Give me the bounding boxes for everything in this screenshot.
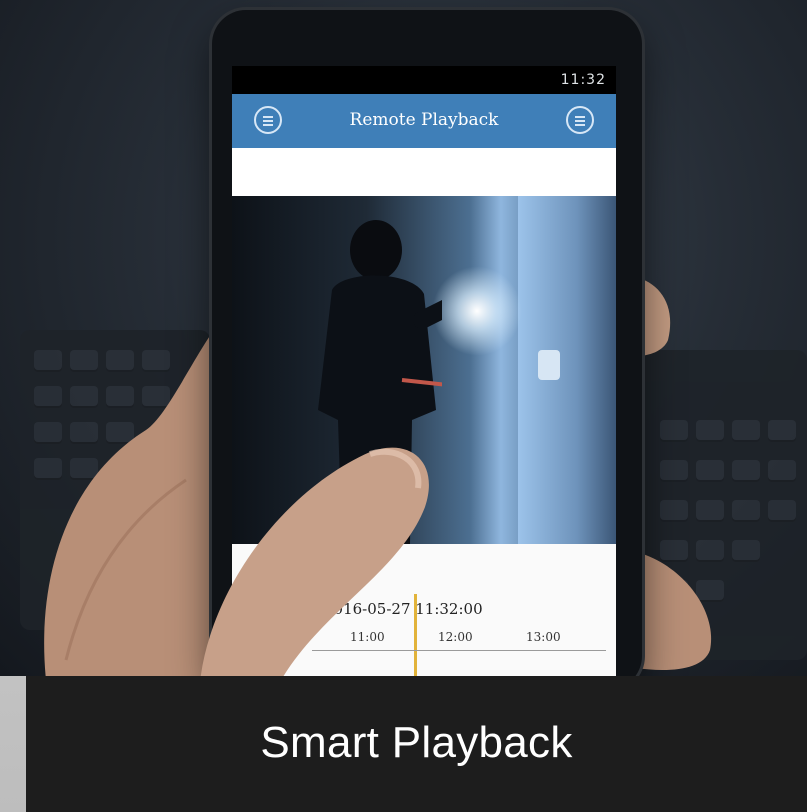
flashlight-glow <box>432 266 522 356</box>
timeline-tick: 13:00 <box>526 630 561 644</box>
thumb <box>200 447 429 676</box>
door-handle <box>538 350 560 380</box>
status-time: 11:32 <box>560 72 606 88</box>
app-title: Remote Playback <box>349 110 499 130</box>
caption-bar: Smart Playback <box>26 676 807 812</box>
status-bar: 11:32 <box>232 66 616 94</box>
door <box>518 196 616 544</box>
background-photo: 11:32 Remote Playback 2016-05-27 11:32:0… <box>0 0 807 676</box>
share-icon[interactable] <box>566 106 594 134</box>
app-bar: Remote Playback <box>232 94 616 148</box>
caption-title: Smart Playback <box>260 718 573 767</box>
